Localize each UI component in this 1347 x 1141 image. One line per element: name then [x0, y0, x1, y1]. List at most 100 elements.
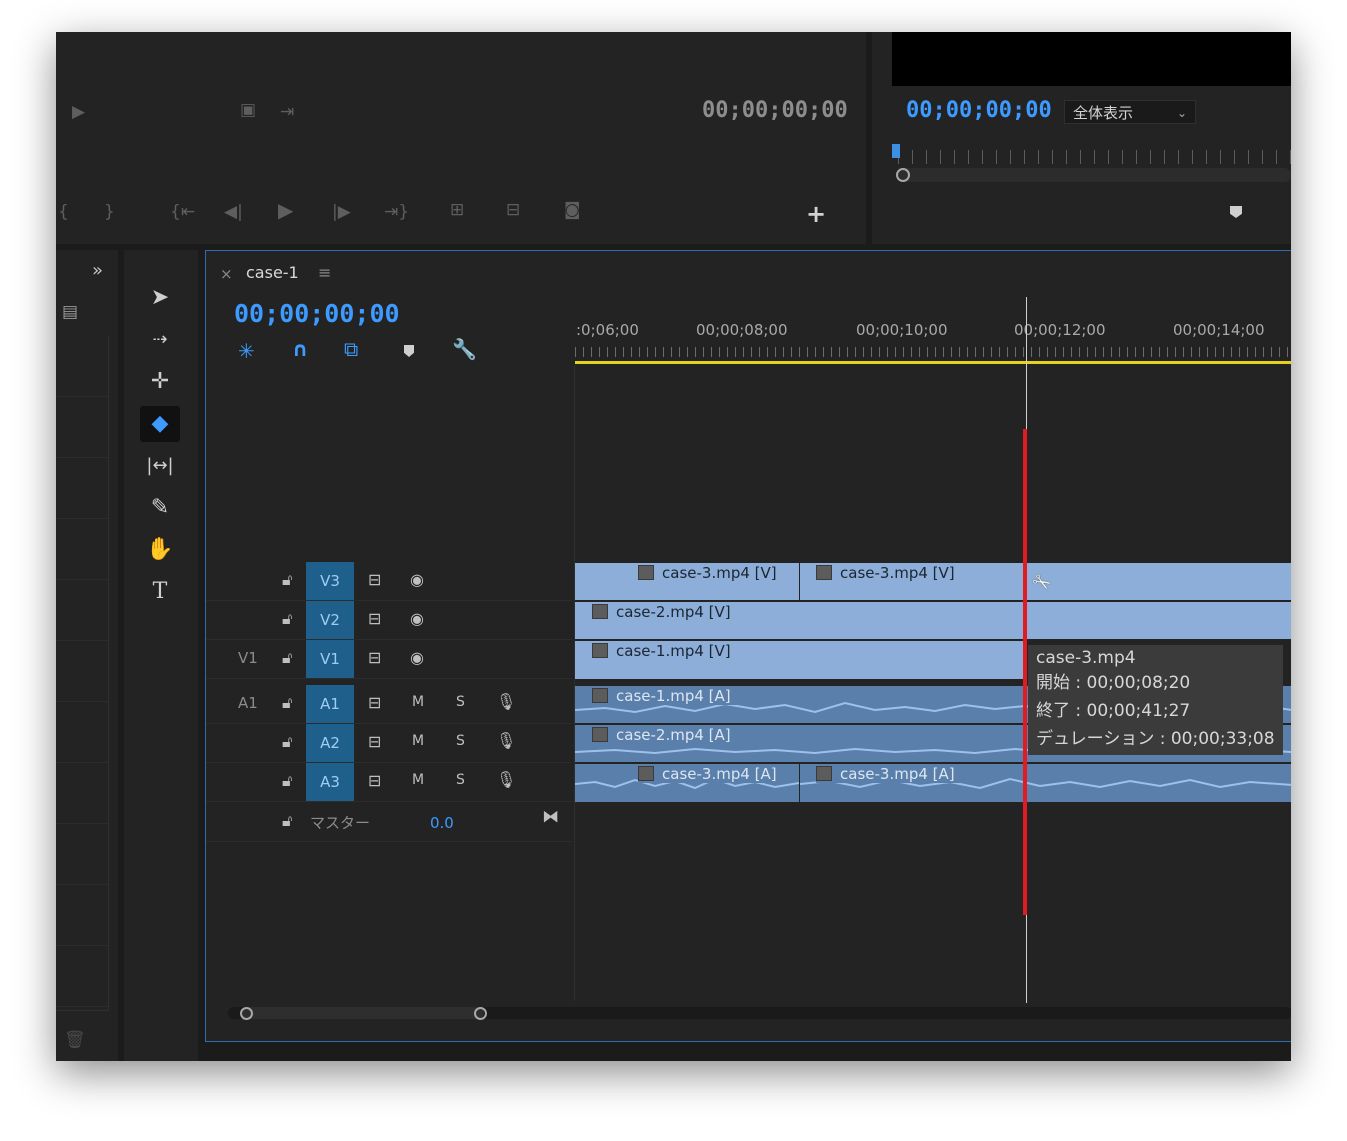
program-zoom-bar[interactable] — [898, 168, 1291, 182]
eye-icon[interactable]: ◉ — [410, 570, 424, 589]
mark-in-icon[interactable]: } — [104, 204, 115, 221]
add-marker-icon[interactable] — [404, 345, 414, 357]
tooltip-duration: デュレーション : 00;00;33;08 — [1036, 729, 1275, 749]
nest-sequence-icon[interactable]: ✳ — [238, 339, 255, 363]
solo-button[interactable]: S — [456, 772, 465, 788]
clip-a2-label: case-2.mp4 [A] — [592, 726, 737, 744]
clip-a1-label: case-1.mp4 [A] — [592, 687, 737, 705]
marker-icon[interactable] — [1230, 206, 1242, 218]
timeline-timecode[interactable]: 00;00;00;00 — [234, 299, 400, 328]
hand-tool-icon[interactable]: ✋ — [140, 532, 180, 568]
mute-button[interactable]: M — [412, 733, 424, 749]
insert-icon[interactable]: ⇥ — [280, 104, 294, 121]
solo-button[interactable]: S — [456, 733, 465, 749]
pen-tool-icon[interactable]: ✎ — [140, 490, 180, 526]
track-header-master: 🔓︎ マスター 0.0 ⧓ — [206, 803, 572, 842]
fx-badge-icon — [638, 766, 654, 781]
clip-a3-b-label: case-3.mp4 [A] — [816, 765, 961, 783]
tab-close-icon[interactable]: × — [220, 265, 233, 283]
mark-out-icon[interactable]: { — [58, 204, 69, 221]
eye-icon[interactable]: ◉ — [410, 648, 424, 667]
sync-lock-icon[interactable]: ⊟ — [368, 609, 381, 628]
sync-lock-icon[interactable]: ⊟ — [368, 732, 381, 751]
ruler-label: :0;06;00 — [576, 321, 639, 339]
export-frame-icon[interactable]: ▣ — [240, 102, 256, 119]
sync-lock-icon[interactable]: ⊟ — [368, 771, 381, 790]
add-button-icon[interactable]: + — [806, 200, 826, 228]
premiere-window: ▶ ▣ ⇥ 00;00;00;00 { } {⇤ ◀| ▶ |▶ ⇥} ⊞ ⊟ … — [56, 32, 1291, 1061]
razor-tool-icon[interactable]: ◆ — [140, 406, 180, 442]
tooltip-start: 開始 : 00;00;08;20 — [1036, 673, 1191, 693]
fx-badge-icon — [638, 565, 654, 580]
program-ruler[interactable] — [898, 150, 1291, 164]
trash-icon[interactable]: 🗑 — [64, 1032, 86, 1049]
overwrite-clip-icon[interactable]: ⊟ — [506, 202, 520, 219]
program-playhead-marker[interactable] — [892, 144, 900, 158]
track-header-v3: 🔓︎ V3 ⊟ ◉ — [206, 562, 572, 601]
step-forward-icon[interactable]: |▶ — [332, 204, 351, 221]
sync-lock-icon[interactable]: ⊟ — [368, 648, 381, 667]
snap-icon[interactable]: ∩ — [292, 337, 308, 361]
sync-lock-icon[interactable]: ⊟ — [368, 693, 381, 712]
bin-icon[interactable]: ▤ — [62, 304, 78, 321]
camera-icon[interactable]: ◙ — [564, 202, 581, 219]
tooltip-clip-name: case-3.mp4 — [1036, 648, 1136, 668]
project-panel-strip: » ▤ 🗑 — [56, 250, 118, 1061]
eye-icon[interactable]: ◉ — [410, 609, 424, 628]
scroll-handle-left[interactable] — [240, 1007, 253, 1020]
play-small-icon[interactable]: ▶ — [72, 104, 85, 121]
fx-badge-icon — [592, 604, 608, 619]
source-monitor-panel: ▶ ▣ ⇥ 00;00;00;00 { } {⇤ ◀| ▶ |▶ ⇥} ⊞ ⊟ … — [56, 32, 866, 244]
track-target-v1[interactable]: V1 — [306, 640, 354, 678]
lock-icon[interactable]: 🔓︎ — [282, 609, 292, 629]
track-target-v2[interactable]: V2 — [306, 601, 354, 639]
zoom-select[interactable]: 全体表示 ⌄ — [1064, 100, 1196, 124]
type-tool-icon[interactable]: T — [140, 574, 180, 610]
track-target-v3[interactable]: V3 — [306, 562, 354, 600]
lock-icon[interactable]: 🔓︎ — [282, 648, 292, 668]
sync-lock-icon[interactable]: ⊟ — [368, 570, 381, 589]
fx-badge-icon — [816, 766, 832, 781]
lock-icon[interactable]: 🔓︎ — [282, 771, 292, 791]
microphone-icon[interactable]: 🎙︎ — [496, 692, 516, 711]
microphone-icon[interactable]: 🎙︎ — [496, 731, 516, 750]
track-target-a3[interactable]: A3 — [306, 763, 354, 801]
expand-panels-icon[interactable]: » — [92, 260, 103, 281]
go-to-out-icon[interactable]: ⇥} — [384, 204, 409, 221]
program-timecode[interactable]: 00;00;00;00 — [906, 98, 1052, 123]
ruler-label: 00;00;08;00 — [696, 321, 788, 339]
go-to-in-icon[interactable]: {⇤ — [170, 204, 195, 221]
track-target-a1[interactable]: A1 — [306, 685, 354, 723]
play-icon[interactable]: ▶ — [278, 200, 293, 220]
lock-icon[interactable]: 🔓︎ — [282, 811, 292, 831]
wrench-icon[interactable]: 🔧 — [452, 337, 477, 361]
solo-button[interactable]: S — [456, 694, 465, 710]
track-select-tool-icon[interactable]: ⇢ — [140, 322, 180, 358]
lock-icon[interactable]: 🔓︎ — [282, 693, 292, 713]
linked-selection-icon[interactable]: ⧉ — [344, 337, 358, 361]
master-volume-value[interactable]: 0.0 — [430, 814, 454, 832]
microphone-icon[interactable]: 🎙︎ — [496, 770, 516, 789]
work-area-bar[interactable] — [575, 361, 1291, 364]
scroll-handle-right[interactable] — [474, 1007, 487, 1020]
mute-button[interactable]: M — [412, 694, 424, 710]
source-patch-a1[interactable]: A1 — [238, 694, 258, 712]
clip-info-tooltip: case-3.mp4 開始 : 00;00;08;20 終了 : 00;00;4… — [1028, 645, 1283, 755]
step-back-icon[interactable]: ◀| — [224, 204, 243, 221]
slip-tool-icon[interactable]: |↔| — [140, 448, 180, 484]
master-meter-icon[interactable]: ⧓ — [542, 807, 559, 827]
lock-icon[interactable]: 🔓︎ — [282, 732, 292, 752]
source-timecode[interactable]: 00;00;00;00 — [702, 98, 848, 123]
source-patch-v1[interactable]: V1 — [238, 649, 258, 667]
panel-menu-icon[interactable]: ≡ — [318, 263, 331, 282]
ripple-edit-tool-icon[interactable]: ✛ — [140, 364, 180, 400]
lock-icon[interactable]: 🔓︎ — [282, 570, 292, 590]
scrollbar-thumb[interactable] — [242, 1007, 484, 1019]
selection-tool-icon[interactable]: ➤ — [140, 280, 180, 316]
zoom-select-value: 全体表示 — [1073, 104, 1134, 122]
track-target-a2[interactable]: A2 — [306, 724, 354, 762]
mute-button[interactable]: M — [412, 772, 424, 788]
tab-case-1[interactable]: case-1 — [246, 263, 299, 282]
zoom-handle-left[interactable] — [896, 168, 910, 182]
insert-clip-icon[interactable]: ⊞ — [450, 202, 464, 219]
